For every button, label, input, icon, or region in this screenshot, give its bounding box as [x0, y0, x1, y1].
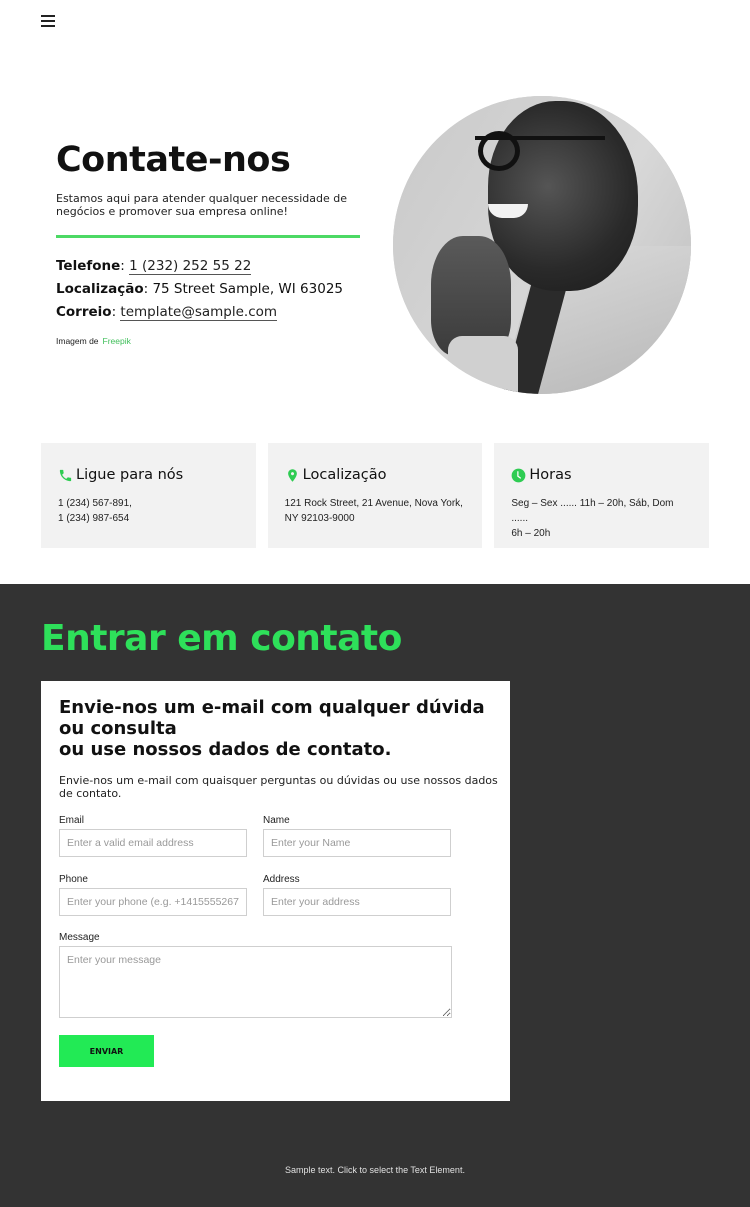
address-field-group: Address [263, 874, 451, 916]
freepik-link[interactable]: Freepik [103, 336, 131, 346]
contact-location-value: 75 Street Sample, WI 63025 [152, 281, 344, 297]
hero-subtitle: Estamos aqui para atender qualquer neces… [56, 192, 347, 218]
form-heading: Envie-nos um e-mail com qualquer dúvida … [59, 697, 499, 760]
card-hours-title: Horas [529, 467, 572, 483]
form-heading-line1: Envie-nos um e-mail com qualquer dúvida … [59, 697, 485, 739]
email-label: Email [59, 815, 85, 826]
page: Contate-nos Estamos aqui para atender qu… [0, 0, 750, 1207]
contact-location-label: Localização [56, 281, 144, 297]
map-pin-icon [285, 468, 300, 483]
hamburger-menu-icon[interactable] [41, 15, 55, 29]
card-call-us-line: 1 (234) 567-891, [58, 498, 132, 509]
contact-phone-row: Telefone: 1 (232) 252 55 22 [56, 258, 252, 275]
submit-button[interactable]: ENVIAR [59, 1035, 154, 1067]
message-textarea[interactable] [59, 946, 452, 1018]
card-call-us: Ligue para nós 1 (234) 567-891, 1 (234) … [41, 443, 256, 548]
contact-section-title: Entrar em contato [41, 618, 402, 659]
card-hours-line: Seg – Sex ...... 11h – 20h, Sáb, Dom ...… [511, 498, 674, 524]
phone-label: Phone [59, 874, 88, 885]
info-cards: Ligue para nós 1 (234) 567-891, 1 (234) … [41, 443, 710, 548]
contact-phone-label: Telefone [56, 258, 121, 274]
card-location-title: Localização [302, 467, 387, 483]
card-location: Localização 121 Rock Street, 21 Avenue, … [267, 443, 483, 548]
phone-input[interactable] [59, 888, 247, 916]
contact-location-row: Localização: 75 Street Sample, WI 63025 [56, 281, 344, 297]
card-call-us-line: 1 (234) 987-654 [58, 513, 130, 524]
email-field-group: Email [59, 815, 247, 857]
message-field-group: Message [59, 932, 452, 1018]
clock-icon [511, 468, 526, 483]
name-label: Name [263, 815, 290, 826]
form-description: Envie-nos um e-mail com quaisquer pergun… [59, 774, 498, 800]
image-credit: Imagem de Freepik [56, 336, 131, 346]
page-title: Contate-nos [56, 140, 291, 180]
accent-divider [56, 235, 360, 238]
card-location-line: NY 92103-9000 [284, 513, 355, 524]
phone-field-group: Phone [59, 874, 247, 916]
contact-form: Envie-nos um e-mail com qualquer dúvida … [41, 681, 510, 1101]
card-call-us-title: Ligue para nós [76, 467, 184, 483]
contact-email-link[interactable]: template@sample.com [120, 304, 278, 321]
contact-section: Entrar em contato Envie-nos um e-mail co… [0, 584, 750, 1207]
image-credit-prefix: Imagem de [56, 336, 99, 346]
name-input[interactable] [263, 829, 451, 857]
contact-info: Telefone: 1 (232) 252 55 22 Localização:… [56, 257, 343, 326]
address-label: Address [263, 874, 300, 885]
address-input[interactable] [263, 888, 451, 916]
email-input[interactable] [59, 829, 247, 857]
name-field-group: Name [263, 815, 451, 857]
contact-phone-link[interactable]: 1 (232) 252 55 22 [129, 258, 252, 275]
card-hours-line: 6h – 20h [511, 528, 551, 539]
message-label: Message [59, 932, 100, 943]
contact-email-row: Correio: template@sample.com [56, 304, 278, 321]
form-heading-line2: ou use nossos dados de contato. [59, 739, 392, 760]
card-hours: Horas Seg – Sex ...... 11h – 20h, Sáb, D… [494, 443, 710, 548]
contact-email-label: Correio [56, 304, 112, 320]
phone-icon [58, 468, 73, 483]
card-location-line: 121 Rock Street, 21 Avenue, Nova York, [284, 498, 463, 509]
hero-portrait-image [393, 96, 691, 394]
footer-text[interactable]: Sample text. Click to select the Text El… [0, 1165, 750, 1175]
